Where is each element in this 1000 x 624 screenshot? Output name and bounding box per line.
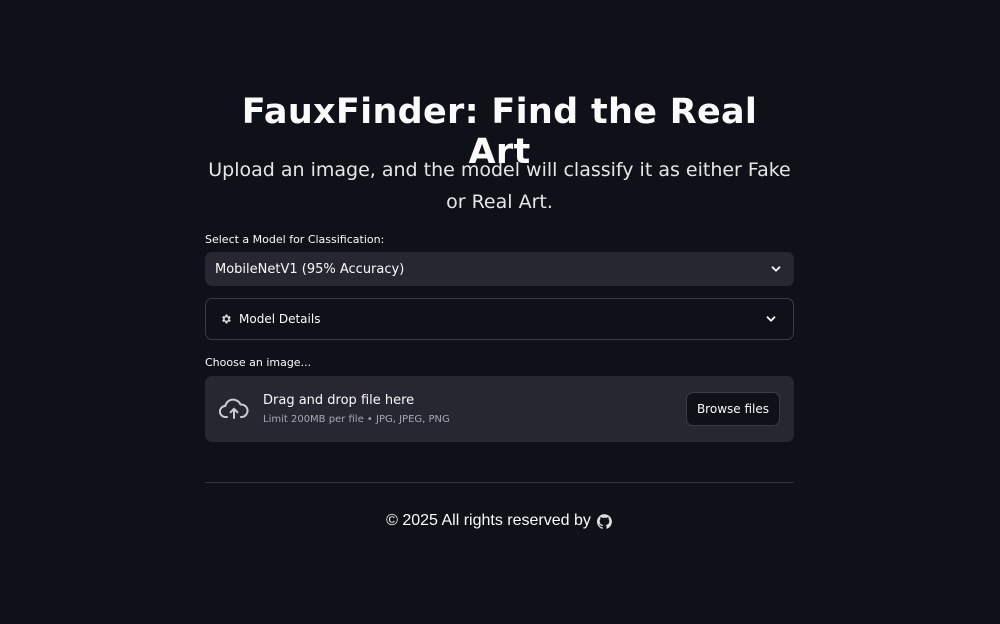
dropzone-limits: Limit 200MB per file • JPG, JPEG, PNG [263,414,450,425]
model-select-value: MobileNetV1 (95% Accuracy) [215,261,405,277]
uploader-label: Choose an image... [205,356,312,369]
page-subtitle: Upload an image, and the model will clas… [208,159,791,213]
model-select[interactable]: MobileNetV1 (95% Accuracy) [205,252,794,286]
file-dropzone[interactable]: Drag and drop file here Limit 200MB per … [205,376,794,442]
footer: © 2025 All rights reserved by [205,512,794,530]
browse-files-button[interactable]: Browse files [685,392,780,426]
github-icon[interactable] [596,513,613,529]
model-details-expander[interactable]: Model Details [205,298,794,340]
model-select-label: Select a Model for Classification: [205,233,385,246]
cloud-upload-icon [219,394,249,424]
dropzone-instructions: Drag and drop file here [263,393,415,408]
divider [205,482,794,483]
expander-label: Model Details [239,312,321,326]
dropzone-text: Drag and drop file here Limit 200MB per … [263,393,686,425]
gear-icon [220,312,234,326]
chevron-down-icon [763,311,779,327]
footer-text: © 2025 All rights reserved by [386,512,591,529]
chevron-down-icon [768,261,784,277]
